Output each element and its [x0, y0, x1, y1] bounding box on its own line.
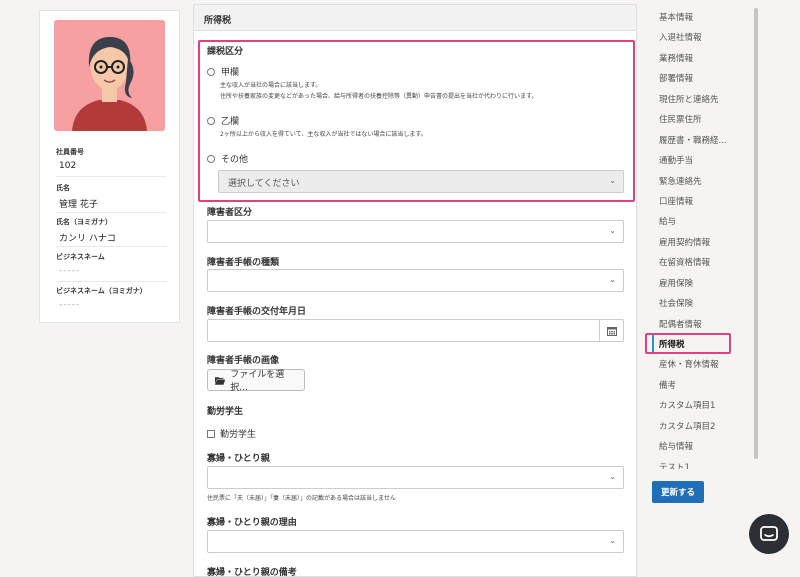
nav-item[interactable]: 基本情報	[652, 6, 752, 26]
handbook-type-select[interactable]: ⌄	[207, 269, 624, 292]
nav-item[interactable]: 産休・育休情報	[652, 353, 752, 373]
nav-item[interactable]: 雇用契約情報	[652, 231, 752, 251]
avatar	[54, 20, 165, 131]
nav-item[interactable]: 業務情報	[652, 47, 752, 67]
calendar-button[interactable]	[599, 320, 623, 341]
business-name-label: ビジネスネーム	[56, 253, 105, 261]
file-select-button[interactable]: ファイルを選択...	[207, 369, 305, 393]
kana-field: 氏名（ヨミガナ） カンリ ハナコ	[56, 217, 166, 247]
student-label: 勤労学生	[207, 407, 244, 417]
handbook-image-label: 障害者手帳の画像	[207, 356, 280, 366]
disability-select[interactable]: ⌄	[207, 220, 624, 243]
nav-scrollbar[interactable]	[754, 8, 758, 459]
nav-item[interactable]: 備考	[652, 374, 752, 394]
business-name-value: -----	[59, 266, 81, 276]
nav-item[interactable]: カスタム項目2	[652, 415, 752, 435]
nav-item[interactable]: 履歴書・職務経...	[652, 129, 752, 149]
handbook-date-input[interactable]	[207, 319, 624, 342]
student-checkbox-row[interactable]: 勤労学生	[207, 427, 256, 440]
chat-button[interactable]	[749, 514, 789, 554]
business-kana-value: -----	[59, 300, 81, 310]
business-kana-field: ビジネスネーム（ヨミガナ） -----	[56, 286, 166, 314]
update-button[interactable]: 更新する	[652, 481, 704, 503]
employee-no-value: 102	[59, 161, 77, 171]
business-kana-label: ビジネスネーム（ヨミガナ）	[56, 287, 147, 295]
handbook-date-label: 障害者手帳の交付年月日	[207, 307, 307, 317]
business-name-field: ビジネスネーム -----	[56, 252, 166, 282]
nav-item[interactable]: 口座情報	[652, 190, 752, 210]
chat-icon	[760, 525, 778, 541]
nav-item[interactable]: 配偶者情報	[652, 313, 752, 333]
nav-item[interactable]: カスタム項目1	[652, 394, 752, 414]
disability-label: 障害者区分	[207, 208, 253, 218]
nav-item[interactable]: テスト1	[652, 456, 752, 469]
name-value: 管理 花子	[59, 200, 98, 210]
widow-memo-label: 寡婦・ひとり親の備考	[207, 568, 297, 577]
student-checkbox[interactable]	[207, 429, 215, 438]
widow-reason-select[interactable]: ⌄	[207, 530, 624, 553]
profile-card: 社員番号 102 氏名 管理 花子 氏名（ヨミガナ） カンリ ハナコ ビジネスネ…	[39, 10, 180, 323]
section-nav: 基本情報 入退社情報 業務情報 部署情報 現住所と連絡先 住民票住所 履歴書・職務経... 通…	[652, 6, 752, 469]
nav-item[interactable]: 給与	[652, 210, 752, 230]
nav-item[interactable]: 現住所と連絡先	[652, 88, 752, 108]
file-select-label: ファイルを選択...	[230, 370, 285, 393]
name-field: 氏名 管理 花子	[56, 183, 166, 213]
nav-item[interactable]: 給与情報	[652, 435, 752, 455]
kana-value: カンリ ハナコ	[59, 234, 116, 244]
nav-item[interactable]: 入退社情報	[652, 26, 752, 46]
tax-category-highlight	[198, 40, 635, 202]
name-label: 氏名	[56, 184, 70, 192]
chevron-down-icon: ⌄	[609, 226, 616, 235]
chevron-down-icon: ⌄	[609, 536, 616, 545]
chevron-down-icon: ⌄	[609, 472, 616, 481]
kana-label: 氏名（ヨミガナ）	[56, 218, 112, 226]
nav-item[interactable]: 部署情報	[652, 67, 752, 87]
widow-note: 住民票に「夫（未届）」「妻（未届）」の記載がある場合は該当しません	[207, 495, 396, 502]
widow-label: 寡婦・ひとり親	[207, 454, 270, 464]
chevron-down-icon: ⌄	[609, 275, 616, 284]
woman-avatar-icon	[54, 20, 165, 131]
nav-item[interactable]: 社会保険	[652, 292, 752, 312]
nav-item[interactable]: 在留資格情報	[652, 251, 752, 271]
handbook-type-label: 障害者手帳の種類	[207, 258, 280, 268]
nav-item[interactable]: 通勤手当	[652, 149, 752, 169]
employee-no-field: 社員番号 102	[56, 147, 166, 177]
widow-reason-label: 寡婦・ひとり親の理由	[207, 518, 297, 528]
employee-no-label: 社員番号	[56, 148, 84, 156]
calendar-icon	[606, 326, 617, 336]
nav-active-highlight	[645, 333, 731, 354]
nav-item[interactable]: 緊急連絡先	[652, 170, 752, 190]
nav-item[interactable]: 雇用保険	[652, 272, 752, 292]
widow-select[interactable]: ⌄	[207, 466, 624, 489]
student-checkbox-label: 勤労学生	[220, 430, 257, 440]
folder-open-icon	[215, 376, 226, 385]
nav-item[interactable]: 住民票住所	[652, 108, 752, 128]
form-header: 所得税	[194, 5, 636, 31]
